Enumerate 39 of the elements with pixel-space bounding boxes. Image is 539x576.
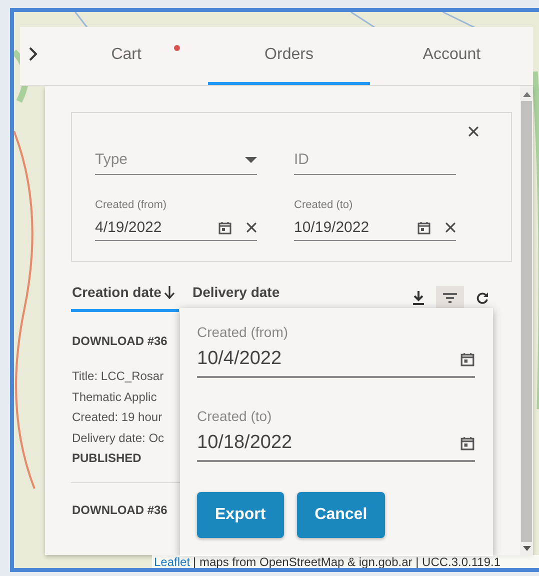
scrollbar[interactable] — [520, 86, 533, 555]
date-input[interactable]: 10/19/2022 — [294, 219, 403, 236]
sort-tab[interactable]: Delivery date — [191, 284, 284, 312]
field-label: Created (to) — [197, 408, 273, 424]
arrow-down-icon — [164, 286, 176, 298]
chevron-right-icon — [28, 47, 38, 61]
tab[interactable]: Cart — [45, 27, 208, 85]
scroll-up-icon[interactable] — [522, 92, 530, 97]
field-label: Created (to) — [294, 199, 354, 211]
filter-icon — [443, 293, 457, 303]
field-label: Created (from) — [197, 324, 290, 340]
cancel-button[interactable]: Cancel — [296, 492, 386, 538]
date-input[interactable]: 10/4/2022 — [197, 348, 282, 370]
order-title[interactable]: DOWNLOAD #36 — [72, 503, 168, 517]
order-title[interactable]: DOWNLOAD #36 — [72, 334, 168, 348]
order-detail: Delivery date: Oc — [72, 430, 164, 446]
field-label: Created (from) — [95, 199, 168, 211]
scroll-down-icon[interactable] — [522, 546, 530, 551]
tab[interactable]: Account — [370, 27, 534, 85]
order-detail: Title: LCC_Rosar — [72, 368, 164, 385]
download-icon — [412, 291, 424, 305]
close-button[interactable] — [467, 125, 480, 138]
calendar-icon[interactable] — [460, 436, 475, 450]
calendar-icon[interactable] — [218, 220, 232, 234]
order-detail: Thematic Applic — [72, 388, 157, 406]
refresh-icon — [476, 292, 488, 304]
clear-icon[interactable] — [445, 222, 456, 233]
date-input[interactable]: 10/18/2022 — [197, 432, 292, 454]
date-input[interactable]: 4/19/2022 — [95, 219, 204, 236]
order-detail: Created: 19 hour — [72, 409, 162, 426]
sort-tab[interactable]: Creation date — [71, 284, 180, 312]
order-status: PUBLISHED — [72, 450, 142, 467]
calendar-icon[interactable] — [417, 220, 431, 234]
export-button[interactable]: Export — [197, 492, 284, 538]
filter-button[interactable] — [436, 286, 464, 310]
leaflet-link[interactable]: Leaflet — [154, 555, 190, 568]
dropdown-caret-icon — [245, 156, 257, 162]
clear-icon[interactable] — [246, 222, 257, 233]
calendar-icon[interactable] — [460, 352, 475, 366]
